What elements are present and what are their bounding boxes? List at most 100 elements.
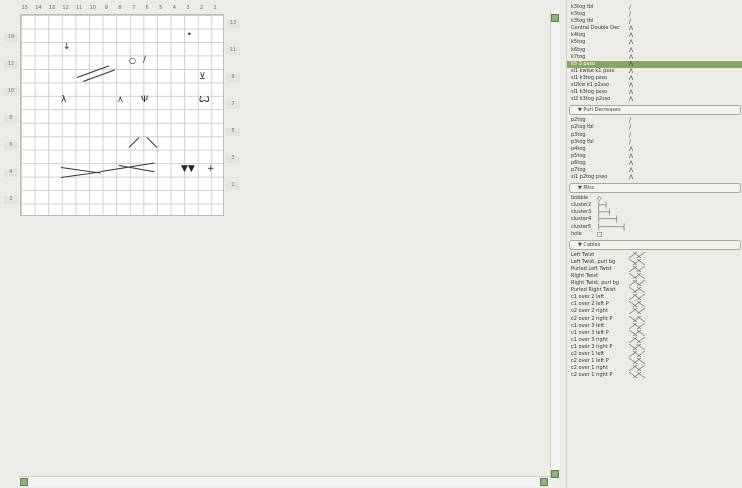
cable-label: c1 over 3 right xyxy=(571,336,608,343)
cable-item[interactable]: c2 over 1 left xyxy=(567,351,742,358)
cable-icon xyxy=(628,251,646,258)
stitch-item[interactable]: p2tog tbl / xyxy=(567,124,742,131)
stitch-label: k5 3 psso xyxy=(571,60,595,67)
stitch-icon: / xyxy=(629,11,632,19)
purl-decreases-section-toggle[interactable]: ▼ Purl Decreases xyxy=(569,105,741,116)
decrease-symbol[interactable]: ⊻ xyxy=(199,73,206,82)
stitch-item[interactable]: cluster4 ├────┤ xyxy=(567,216,742,223)
stitch-item[interactable]: sl1 k3tog psso Λ xyxy=(567,89,742,96)
stitch-item[interactable]: cluster3 ├──┤ xyxy=(567,209,742,216)
stitch-label: k6tog xyxy=(571,46,586,53)
cable-item[interactable]: c1 over 3 left P xyxy=(567,329,742,337)
stitch-label: cluster3 xyxy=(571,209,592,216)
scroll-right-button[interactable] xyxy=(540,478,548,486)
cable-item[interactable]: c2 over 1 right xyxy=(567,365,742,372)
scroll-left-button[interactable] xyxy=(20,478,28,486)
knitting-chart-grid[interactable]: • ↓ ○ / ⊻ λ ⋏ Ψ Ꙍ ▼▼ + xyxy=(20,14,224,216)
cables-section-toggle[interactable]: ▼ Cables xyxy=(569,239,741,250)
decrease-symbol[interactable]: ▼▼ xyxy=(181,165,195,174)
cable-item[interactable]: c1 over 2 left xyxy=(567,294,742,301)
stitch-label: p6tog xyxy=(571,159,586,166)
stitch-item[interactable]: sl2 k3tog p2sso Λ xyxy=(567,96,742,103)
stitch-label: k4tog xyxy=(571,32,586,39)
stitch-item[interactable]: p7tog Λ xyxy=(567,167,742,174)
row-number: 10 xyxy=(4,88,18,96)
stitch-item[interactable]: Central Double Dec Λ xyxy=(567,25,742,32)
stitch-item[interactable]: k6tog Λ xyxy=(567,47,742,54)
stitch-item[interactable]: p3tog tbl / xyxy=(567,139,742,146)
cable-icon xyxy=(628,273,646,279)
stitch-label: sl1 k3tog psso xyxy=(571,74,608,81)
misc-section-toggle[interactable]: ▼ Misc xyxy=(569,183,741,194)
cable-item[interactable]: c1 over 2 left P xyxy=(567,301,742,308)
decrease-symbol[interactable]: / xyxy=(143,56,146,65)
cable-item[interactable]: c1 over 3 right xyxy=(567,336,742,344)
cable-item[interactable]: c1 over 3 left xyxy=(567,322,742,330)
cable-item[interactable]: Purled Left Twist xyxy=(567,265,742,273)
cable-label: c1 over 2 left xyxy=(571,294,605,301)
cable-item[interactable]: c1 over 3 right P xyxy=(567,343,742,351)
stitch-icon: Λ xyxy=(629,145,634,153)
decrease-symbol[interactable]: ⋏ xyxy=(117,96,124,105)
stitch-item[interactable]: p6tog Λ xyxy=(567,160,742,167)
yarn-over-symbol[interactable]: ○ xyxy=(129,57,136,65)
stitch-item[interactable]: k3tog tbl / xyxy=(567,18,742,25)
stitch-item[interactable]: p2tog / xyxy=(567,117,742,124)
cable-item[interactable]: c2 over 2 right P xyxy=(567,315,742,323)
stitch-label: k3tog tbl xyxy=(571,4,594,10)
stitch-item[interactable]: k5tog Λ xyxy=(567,39,742,46)
decrease-symbol[interactable]: Ψ xyxy=(141,96,148,105)
stitch-item-selected[interactable]: k5 3 psso Λ xyxy=(567,60,742,68)
stitch-icon: Λ xyxy=(629,67,634,75)
stitch-item[interactable]: cluster5 ├──────┤ xyxy=(567,224,742,231)
stitch-item[interactable]: k3tog / xyxy=(567,11,742,18)
stitch-icon: / xyxy=(629,4,632,11)
hole-icon: □ xyxy=(597,230,603,238)
cable-label: Purled Left Twist xyxy=(571,265,612,272)
cable-icon xyxy=(628,258,646,265)
stitch-item[interactable]: hole □ xyxy=(567,231,742,238)
stitch-item[interactable]: sl2kw k1 p2sso Λ xyxy=(567,82,742,89)
horizontal-scrollbar[interactable] xyxy=(18,476,552,487)
cable-icon xyxy=(628,343,646,350)
stitch-item[interactable]: bobble ◇ xyxy=(567,195,742,202)
stitch-icon: Λ xyxy=(629,166,634,174)
stitch-icon: Λ xyxy=(629,159,634,167)
stitch-item[interactable]: p3tog / xyxy=(567,132,742,139)
cable-item[interactable]: Right Twist, purl bg xyxy=(567,280,742,287)
stitch-label: sl2kw k1 p2sso xyxy=(571,82,610,89)
cable-item[interactable]: Right Twist xyxy=(567,273,742,280)
bobble-symbol[interactable]: • xyxy=(187,31,192,39)
stitch-item[interactable]: p5tog Λ xyxy=(567,153,742,160)
stitch-item[interactable]: sl1 p2tog psso Λ xyxy=(567,174,742,181)
vertical-scrollbar[interactable] xyxy=(550,10,560,480)
arrow-symbol[interactable]: ↓ xyxy=(63,43,71,52)
cable-item[interactable]: Left Twist, purl bg xyxy=(567,258,742,266)
cable-label: c2 over 1 right P xyxy=(571,372,613,379)
cable-stroke xyxy=(128,137,140,148)
cable-item[interactable]: c2 over 1 left P xyxy=(567,358,742,365)
stitch-item[interactable]: k3tog tbl / xyxy=(567,4,742,11)
cable-label: c2 over 2 right P xyxy=(571,315,613,322)
stitch-item[interactable]: cluster2 ├─┤ xyxy=(567,202,742,209)
stitch-label: sl1 p2tog psso xyxy=(571,174,608,181)
decrease-symbol[interactable]: Ꙍ xyxy=(199,96,210,105)
cable-item[interactable]: Left Twist xyxy=(567,251,742,259)
stitch-item[interactable]: k7tog Λ xyxy=(567,54,742,61)
cable-item[interactable]: c2 over 1 right P xyxy=(567,372,742,379)
stitch-icon: Λ xyxy=(629,152,634,160)
increase-symbol[interactable]: + xyxy=(207,165,215,174)
stitch-item[interactable]: sl1 kwise k1 psso Λ xyxy=(567,68,742,75)
stitch-item[interactable]: k4tog Λ xyxy=(567,32,742,39)
stitch-item[interactable]: p4tog Λ xyxy=(567,146,742,153)
cable-icon xyxy=(628,351,646,358)
scroll-up-button[interactable] xyxy=(551,14,559,22)
scroll-down-button[interactable] xyxy=(551,470,559,478)
cable-item[interactable]: Purled Right Twist xyxy=(567,287,742,294)
stitch-icon: Λ xyxy=(629,39,634,47)
stitch-icon: Λ xyxy=(629,32,634,40)
stitch-icon: / xyxy=(629,117,632,125)
cable-item[interactable]: c2 over 2 right xyxy=(567,308,742,315)
decrease-symbol[interactable]: λ xyxy=(61,96,66,105)
stitch-item[interactable]: sl1 k3tog psso Λ xyxy=(567,75,742,82)
